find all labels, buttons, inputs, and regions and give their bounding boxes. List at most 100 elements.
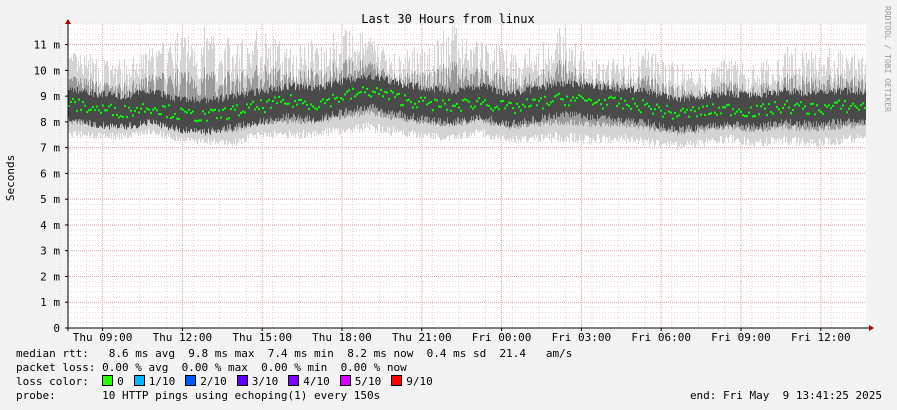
- loss-color-item: 2/10: [185, 375, 227, 388]
- smoke-inner: [822, 90, 823, 125]
- median-point: [490, 107, 492, 110]
- smoke-inner: [414, 83, 415, 121]
- median-point: [226, 118, 228, 121]
- median-point: [96, 105, 98, 108]
- smoke-inner: [520, 94, 521, 121]
- median-point: [132, 114, 134, 117]
- median-point: [140, 107, 142, 110]
- smoke-inner: [299, 90, 300, 119]
- end-timestamp: end: Fri May 9 13:41:25 2025: [689, 389, 882, 402]
- smoke-inner: [687, 97, 688, 128]
- smoke-inner: [519, 91, 520, 125]
- smoke-inner: [601, 90, 602, 116]
- median-point: [630, 107, 632, 110]
- median-point: [626, 103, 628, 106]
- median-point: [106, 109, 108, 112]
- smoke-inner: [692, 98, 693, 131]
- smoke-inner: [306, 84, 307, 118]
- smoke-inner: [749, 97, 750, 125]
- smoke-inner: [137, 89, 138, 129]
- smoke-inner: [307, 89, 308, 116]
- median-point: [668, 110, 670, 113]
- smoke-inner: [170, 99, 171, 130]
- smoke-inner: [178, 96, 179, 132]
- smoke-inner: [111, 95, 112, 127]
- smoke-inner: [673, 99, 674, 132]
- x-tick-label: Thu 12:00: [153, 331, 213, 344]
- loss-color-legend: loss color: 0 1/10 2/10 3/10 4/10 5/10 9/10: [16, 375, 443, 389]
- median-point: [616, 104, 618, 107]
- median-point: [726, 104, 728, 107]
- smoke-inner: [315, 85, 316, 123]
- smoke-inner: [538, 90, 539, 123]
- smoke-inner: [91, 95, 92, 127]
- median-point: [204, 112, 206, 115]
- smoke-inner: [161, 96, 162, 129]
- smoke-inner: [368, 75, 369, 108]
- smoke-inner: [380, 77, 381, 110]
- smoke-inner: [742, 92, 743, 126]
- median-point: [468, 100, 470, 103]
- median-point: [256, 105, 258, 108]
- median-point: [832, 104, 834, 107]
- smoke-inner: [846, 87, 847, 122]
- median-point: [472, 107, 474, 110]
- median-point: [416, 106, 418, 109]
- smoke-inner: [556, 86, 557, 113]
- smoke-inner: [406, 86, 407, 120]
- smoke-inner: [789, 94, 790, 124]
- smoke-inner: [797, 90, 798, 122]
- rrdtool-watermark: RRDTOOL / TOBI OETIKER: [883, 6, 892, 112]
- smoke-inner: [151, 92, 152, 124]
- smoke-inner: [844, 87, 845, 125]
- x-tick-label: Fri 09:00: [711, 331, 771, 344]
- smoke-inner: [81, 90, 82, 120]
- smoke-inner: [679, 97, 680, 126]
- median-point: [150, 111, 152, 114]
- smoke-inner: [223, 101, 224, 127]
- median-point: [244, 111, 246, 114]
- y-tick-label: 7 m: [40, 142, 60, 155]
- median-point: [292, 105, 294, 108]
- median-point: [732, 108, 734, 111]
- smoke-inner: [522, 92, 523, 121]
- median-avg: 8.6 ms avg: [108, 347, 175, 360]
- smoke-inner: [438, 86, 439, 118]
- median-point: [260, 99, 262, 102]
- median-point: [758, 113, 760, 116]
- median-point: [470, 105, 472, 108]
- loss-color-label-text: 0: [117, 375, 124, 388]
- median-point: [170, 116, 172, 119]
- median-point: [286, 102, 288, 105]
- smoke-inner: [447, 92, 448, 118]
- median-point: [310, 103, 312, 106]
- smoke-inner: [262, 90, 263, 123]
- smoke-inner: [753, 95, 754, 123]
- smoke-inner: [72, 87, 73, 120]
- median-point: [274, 96, 276, 99]
- median-point: [786, 99, 788, 102]
- smoke-inner: [150, 88, 151, 123]
- smoke-inner: [491, 85, 492, 116]
- smoke-inner: [658, 95, 659, 130]
- median-point: [784, 103, 786, 106]
- median-point: [678, 114, 680, 117]
- smoke-inner: [723, 92, 724, 128]
- smoke-inner: [365, 77, 366, 110]
- smoke-inner: [126, 98, 127, 130]
- loss-color-item: 1/10: [133, 375, 175, 388]
- smoke-inner: [74, 88, 75, 122]
- smoke-inner: [291, 86, 292, 118]
- median-point: [840, 107, 842, 110]
- median-point: [190, 112, 192, 115]
- smoke-inner: [814, 91, 815, 128]
- smoke-inner: [620, 88, 621, 122]
- smoke-inner: [850, 93, 851, 122]
- smoke-inner: [775, 91, 776, 121]
- median-point: [384, 91, 386, 94]
- smoke-inner: [474, 89, 475, 121]
- median-point: [584, 99, 586, 102]
- smoke-inner: [159, 90, 160, 127]
- smoke-inner: [123, 98, 124, 127]
- smoke-inner: [587, 83, 588, 114]
